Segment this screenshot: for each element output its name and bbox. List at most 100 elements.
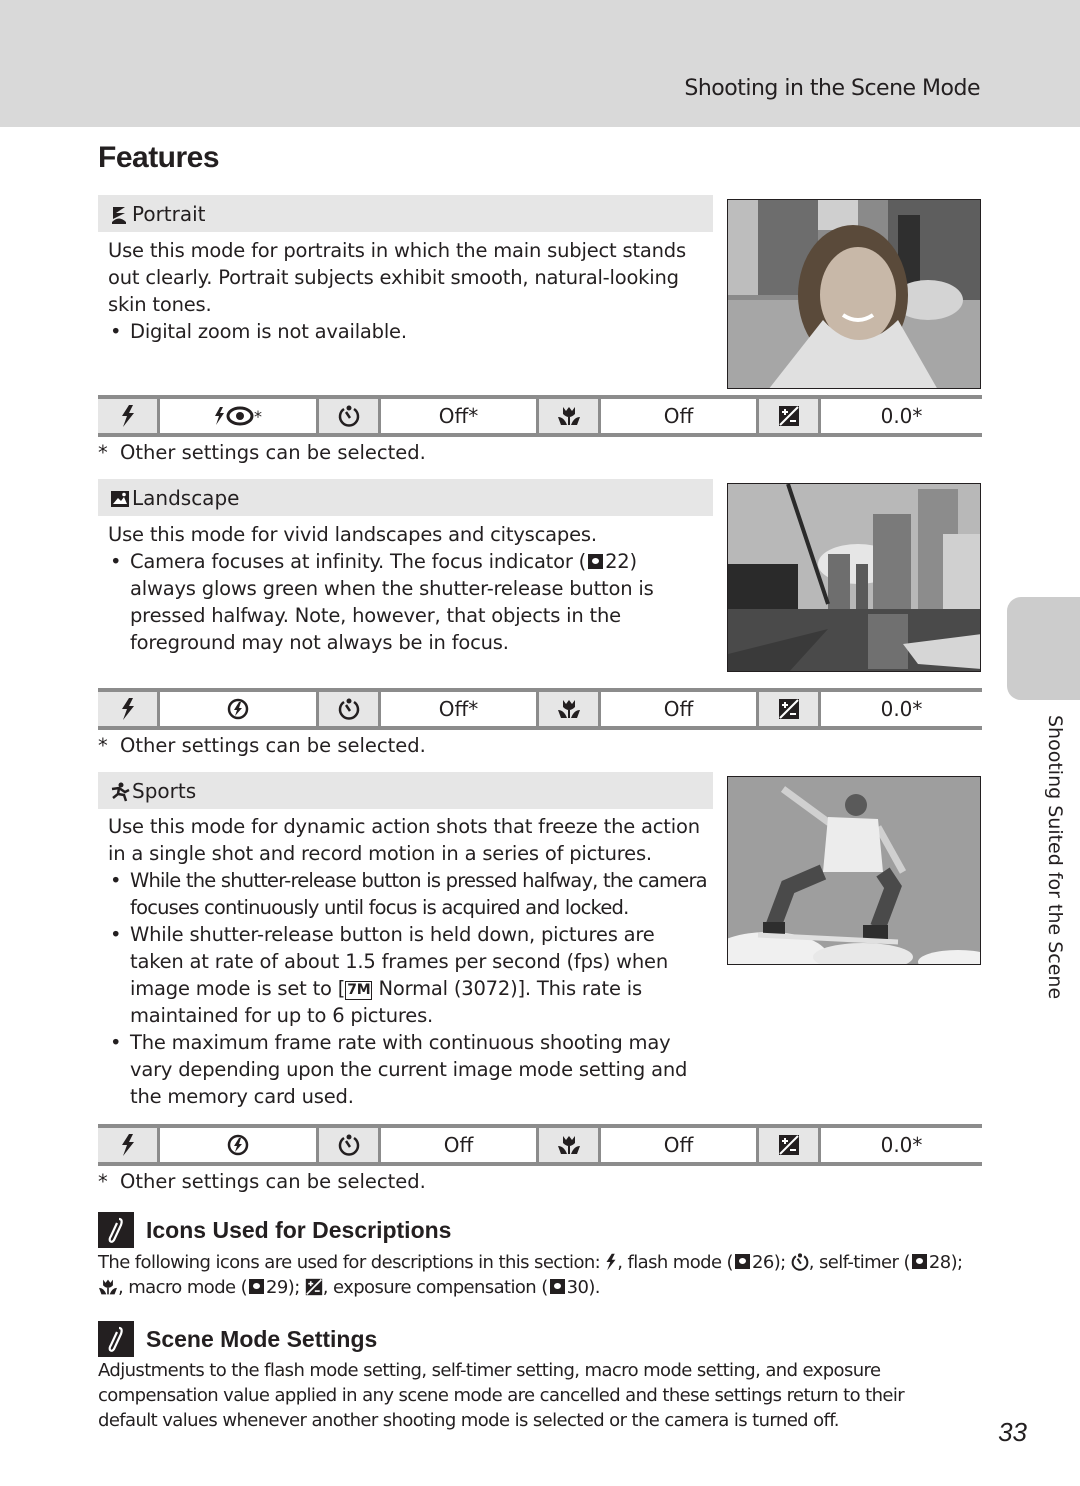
flash-mode-label-cell xyxy=(98,692,160,726)
page-reference-icon xyxy=(549,1279,565,1294)
exposure-compensation-icon xyxy=(305,1278,322,1296)
exposure-compensation-icon xyxy=(778,699,799,719)
page-reference-number[interactable]: 22 xyxy=(605,550,630,573)
footnote-text: Other settings can be selected. xyxy=(120,1170,426,1193)
page-reference-number[interactable]: 29 xyxy=(266,1277,288,1298)
macro-value: Off xyxy=(601,399,759,433)
sports-mode-icon xyxy=(110,782,130,801)
header-title: Shooting in the Scene Mode xyxy=(684,76,980,101)
macro-label-cell xyxy=(539,692,601,726)
section-title: Portrait xyxy=(132,201,206,226)
landscape-mode-icon xyxy=(110,489,129,507)
page-reference-icon xyxy=(734,1254,750,1269)
note-body-scene-mode-settings: Adjustments to the flash mode setting, s… xyxy=(98,1360,905,1431)
macro-mode-icon xyxy=(557,700,580,718)
landscape-photo xyxy=(727,483,981,672)
footnote-text: Other settings can be selected. xyxy=(120,441,426,464)
note-title: Icons Used for Descriptions xyxy=(146,1216,452,1243)
exposure-label-cell xyxy=(759,1128,821,1162)
section-intro: Use this mode for portraits in which the… xyxy=(108,239,686,316)
flash-mode-icon xyxy=(606,1253,616,1271)
self-timer-label-cell xyxy=(319,1128,381,1162)
macro-mode-icon xyxy=(99,1279,117,1295)
bullet-item: While shutter-release button is held dow… xyxy=(108,921,708,1029)
self-timer-label-cell xyxy=(319,399,381,433)
portrait-photo xyxy=(727,199,981,389)
page-reference-number[interactable]: 30 xyxy=(567,1277,589,1298)
footnote-text: Other settings can be selected. xyxy=(120,734,426,757)
page-reference-icon xyxy=(249,1279,265,1294)
red-eye-reduction-icon xyxy=(215,406,254,426)
exposure-value: 0.0* xyxy=(821,692,982,726)
section-header-portrait: Portrait xyxy=(98,195,713,232)
macro-mode-icon xyxy=(557,407,580,425)
bullet-item: While the shutter-release button is pres… xyxy=(108,867,708,921)
page-reference-icon xyxy=(588,554,604,569)
side-section-label: Shooting Suited for the Scene xyxy=(1044,715,1066,1000)
landscape-photo-image xyxy=(728,484,980,671)
page-title: Features xyxy=(98,141,220,174)
exposure-value: 0.0* xyxy=(821,1128,982,1162)
flash-mode-label-cell xyxy=(98,399,160,433)
page-reference-number[interactable]: 26 xyxy=(752,1252,774,1273)
note-header-icons: Icons Used for Descriptions xyxy=(98,1212,451,1248)
exposure-label-cell xyxy=(759,399,821,433)
settings-table-portrait: * Off* Off 0.0* xyxy=(98,395,982,437)
self-timer-value: Off* xyxy=(381,692,539,726)
exposure-compensation-icon xyxy=(778,1135,799,1155)
section-title: Sports xyxy=(132,778,197,803)
footnote-landscape: * Other settings can be selected. xyxy=(98,734,426,757)
side-thumb-tab[interactable] xyxy=(1007,597,1080,700)
portrait-mode-icon xyxy=(110,205,128,224)
exposure-compensation-icon xyxy=(778,406,799,426)
macro-mode-icon xyxy=(557,1136,580,1154)
section-title: Landscape xyxy=(132,485,240,510)
bullet-item: Digital zoom is not available. xyxy=(108,318,708,345)
self-timer-value: Off xyxy=(381,1128,539,1162)
self-timer-value: Off* xyxy=(381,399,539,433)
page-number: 33 xyxy=(998,1417,1027,1447)
footnote-portrait: * Other settings can be selected. xyxy=(98,441,426,464)
image-mode-badge: 7M xyxy=(345,981,373,1000)
note-body-icons: The following icons are used for descrip… xyxy=(98,1252,963,1298)
sports-photo xyxy=(727,776,981,965)
section-intro: Use this mode for dynamic action shots t… xyxy=(108,815,700,865)
flash-mode-label-cell xyxy=(98,1128,160,1162)
bullet-item: The maximum frame rate with continuous s… xyxy=(108,1029,708,1110)
flash-mode-value xyxy=(160,1128,319,1162)
note-header-scene-mode-settings: Scene Mode Settings xyxy=(98,1321,377,1357)
flash-mode-icon xyxy=(121,405,134,427)
exposure-value: 0.0* xyxy=(821,399,982,433)
portrait-photo-image xyxy=(728,200,980,388)
macro-label-cell xyxy=(539,399,601,433)
settings-table-sports: Off Off 0.0* xyxy=(98,1124,982,1166)
flash-value-suffix: * xyxy=(254,406,262,426)
macro-value: Off xyxy=(601,1128,759,1162)
self-timer-icon xyxy=(791,1253,809,1271)
flash-mode-value: * xyxy=(160,399,319,433)
page-reference-number[interactable]: 28 xyxy=(929,1252,951,1273)
self-timer-icon xyxy=(338,698,359,720)
self-timer-icon xyxy=(338,1134,359,1156)
flash-off-icon xyxy=(227,698,249,720)
header-band: Shooting in the Scene Mode xyxy=(0,0,1080,127)
section-intro: Use this mode for vivid landscapes and c… xyxy=(108,523,597,546)
footnote-marker: * xyxy=(98,1170,108,1193)
sports-photo-image xyxy=(728,777,980,964)
page-reference-icon xyxy=(911,1254,927,1269)
self-timer-label-cell xyxy=(319,692,381,726)
footnote-marker: * xyxy=(98,734,108,757)
note-pencil-icon xyxy=(98,1321,134,1357)
landscape-description: Use this mode for vivid landscapes and c… xyxy=(108,521,708,656)
flash-mode-value xyxy=(160,692,319,726)
footnote-sports: * Other settings can be selected. xyxy=(98,1170,426,1193)
bullet-item: Camera focuses at infinity. The focus in… xyxy=(108,548,708,656)
note-title: Scene Mode Settings xyxy=(146,1325,378,1352)
flash-mode-icon xyxy=(121,1134,134,1156)
note-pencil-icon xyxy=(98,1212,134,1248)
sports-description: Use this mode for dynamic action shots t… xyxy=(108,813,708,1110)
settings-table-landscape: Off* Off 0.0* xyxy=(98,688,982,730)
footnote-marker: * xyxy=(98,441,108,464)
self-timer-icon xyxy=(338,405,359,427)
section-header-sports: Sports xyxy=(98,772,713,809)
